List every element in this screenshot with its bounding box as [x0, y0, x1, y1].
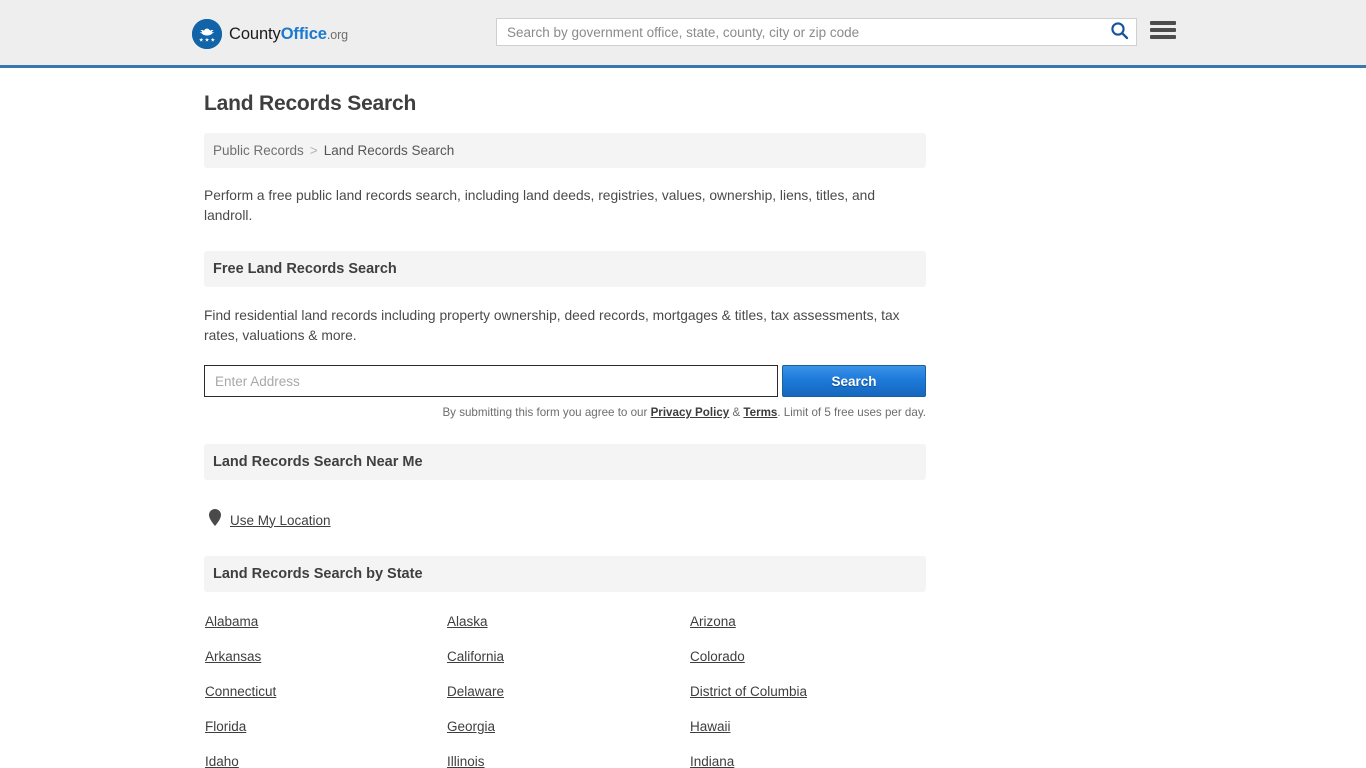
address-search-form: Search [204, 365, 926, 397]
hamburger-menu-icon[interactable] [1150, 19, 1176, 41]
breadcrumb-separator: > [309, 143, 318, 158]
page-wrapper: Land Records Search Public Records > Lan… [0, 92, 1366, 768]
logo-wordmark: CountyOffice.org [229, 26, 348, 43]
breadcrumb-item-public-records[interactable]: Public Records [213, 143, 304, 158]
state-links-grid: Alabama Alaska Arizona Arkansas Californ… [204, 614, 926, 768]
search-input[interactable] [497, 19, 1102, 45]
state-link[interactable]: District of Columbia [690, 684, 807, 699]
page-title: Land Records Search [204, 92, 417, 115]
map-pin-icon [209, 509, 221, 531]
section-heading-free-search: Free Land Records Search [204, 251, 926, 287]
global-search-bar[interactable] [496, 18, 1137, 46]
use-my-location-row[interactable]: Use My Location [204, 509, 926, 531]
form-disclaimer: By submitting this form you agree to our… [204, 406, 926, 419]
privacy-policy-link[interactable]: Privacy Policy [651, 406, 730, 419]
state-link[interactable]: Arizona [690, 614, 736, 629]
eagle-seal-icon [192, 19, 222, 49]
state-link[interactable]: Alaska [447, 614, 488, 629]
free-search-description: Find residential land records including … [204, 308, 900, 343]
terms-link[interactable]: Terms [743, 406, 777, 419]
logo-text-org: .org [326, 27, 348, 42]
address-input[interactable] [204, 365, 778, 397]
breadcrumb-item-current: Land Records Search [323, 143, 455, 158]
state-link[interactable]: Hawaii [690, 719, 731, 734]
section-heading-near-me: Land Records Search Near Me [204, 444, 926, 480]
state-link[interactable]: California [447, 649, 504, 664]
site-logo[interactable]: CountyOffice.org [192, 19, 348, 49]
state-link[interactable]: Indiana [690, 754, 734, 768]
state-link[interactable]: Alabama [205, 614, 258, 629]
use-my-location-link[interactable]: Use My Location [230, 513, 331, 528]
disclaimer-amp: & [729, 406, 744, 419]
state-link[interactable]: Illinois [447, 754, 485, 768]
state-link[interactable]: Delaware [447, 684, 504, 699]
logo-text-office: Office [280, 24, 327, 43]
main-content: Land Records Search Public Records > Lan… [204, 92, 926, 768]
disclaimer-suffix: . Limit of 5 free uses per day. [777, 406, 926, 419]
disclaimer-prefix: By submitting this form you agree to our [442, 406, 651, 419]
address-search-button[interactable]: Search [782, 365, 926, 397]
state-link[interactable]: Florida [205, 719, 246, 734]
hamburger-bar [1150, 35, 1176, 39]
state-link[interactable]: Connecticut [205, 684, 276, 699]
page-intro-text: Perform a free public land records searc… [204, 188, 876, 223]
section-heading-by-state: Land Records Search by State [204, 556, 926, 592]
logo-text-county: County [229, 24, 281, 43]
search-submit-button[interactable] [1102, 19, 1136, 45]
hamburger-bar [1150, 21, 1176, 25]
state-link[interactable]: Idaho [205, 754, 239, 768]
site-header: CountyOffice.org [0, 0, 1366, 68]
state-link[interactable]: Arkansas [205, 649, 261, 664]
hamburger-bar [1150, 28, 1176, 32]
breadcrumb: Public Records > Land Records Search [204, 133, 926, 168]
state-link[interactable]: Colorado [690, 649, 745, 664]
state-link[interactable]: Georgia [447, 719, 495, 734]
search-icon [1110, 21, 1129, 43]
